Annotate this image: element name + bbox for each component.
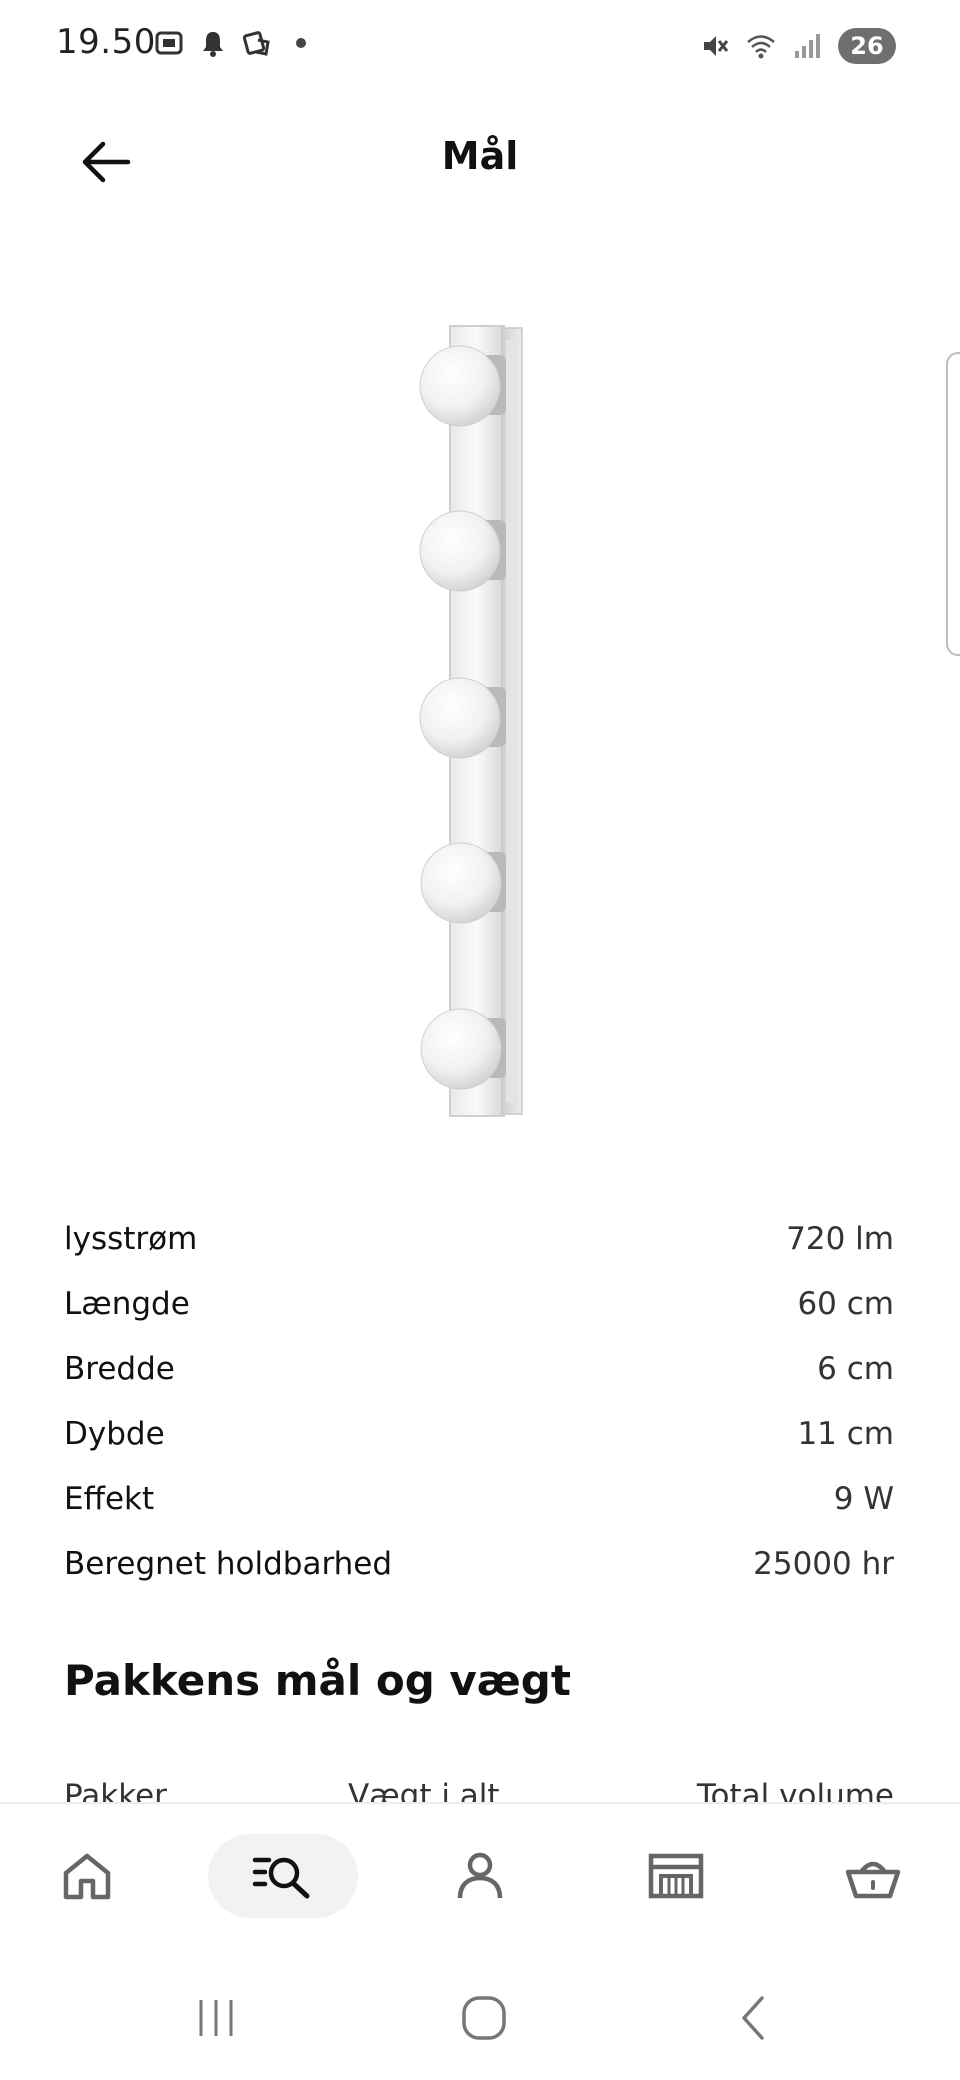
nav-store[interactable] [601, 1834, 751, 1918]
battery-indicator: 26 [838, 28, 896, 64]
home-circle-icon [462, 1996, 506, 2040]
specs-list: lysstrøm 720 lm Længde 60 cm Bredde 6 cm… [64, 1206, 894, 1596]
spec-value: 9 W [833, 1480, 894, 1517]
product-image [380, 300, 580, 1130]
spec-row: Dybde 11 cm [64, 1401, 894, 1466]
header: Mål [0, 92, 960, 222]
spec-label: Beregnet holdbarhed [64, 1545, 393, 1582]
spec-label: lysstrøm [64, 1220, 198, 1257]
spec-value: 11 cm [797, 1415, 894, 1452]
status-left-icons [154, 28, 316, 58]
image-carousel-edge[interactable] [946, 352, 960, 656]
profile-icon [457, 1852, 503, 1899]
screenshot-icon [155, 31, 183, 55]
spec-value: 25000 hr [753, 1545, 894, 1582]
back-chevron-icon [742, 1996, 764, 2040]
spec-value: 6 cm [817, 1350, 894, 1387]
status-bar: 19.50 26 [0, 0, 960, 92]
wifi-icon [747, 35, 775, 59]
status-right-icons: 26 [700, 28, 896, 64]
nav-search[interactable] [208, 1834, 358, 1918]
store-icon [648, 1853, 704, 1899]
spec-label: Længde [64, 1285, 190, 1322]
basket-icon [845, 1861, 901, 1899]
system-nav-bar [0, 1952, 960, 2080]
spec-row: Beregnet holdbarhed 25000 hr [64, 1531, 894, 1596]
home-system-button[interactable] [444, 1978, 524, 2058]
mute-icon [704, 36, 729, 56]
spec-row: lysstrøm 720 lm [64, 1206, 894, 1271]
nav-home[interactable] [12, 1834, 162, 1918]
spec-row: Længde 60 cm [64, 1271, 894, 1336]
recents-icon [199, 2000, 233, 2036]
back-system-button[interactable] [714, 1978, 794, 2058]
spec-value: 60 cm [797, 1285, 894, 1322]
dot-icon [296, 38, 306, 48]
recents-button[interactable] [176, 1978, 256, 2058]
status-time: 19.50 [56, 22, 156, 62]
page-title: Mål [441, 134, 519, 178]
cast-icon [242, 31, 270, 56]
spec-row: Bredde 6 cm [64, 1336, 894, 1401]
spec-value: 720 lm [786, 1220, 894, 1257]
home-icon [63, 1853, 111, 1900]
spec-label: Effekt [64, 1480, 155, 1517]
spec-label: Dybde [64, 1415, 165, 1452]
bottom-nav [0, 1802, 960, 1952]
spec-row: Effekt 9 W [64, 1466, 894, 1531]
signal-icon [795, 34, 820, 58]
search-list-icon [252, 1857, 310, 1899]
spec-label: Bredde [64, 1350, 175, 1387]
nav-profile[interactable] [405, 1834, 555, 1918]
nav-basket[interactable] [798, 1834, 948, 1918]
bell-icon [203, 32, 223, 57]
vanity-light-bar-icon [419, 325, 523, 1117]
package-section-title: Pakkens mål og vægt [64, 1656, 571, 1705]
